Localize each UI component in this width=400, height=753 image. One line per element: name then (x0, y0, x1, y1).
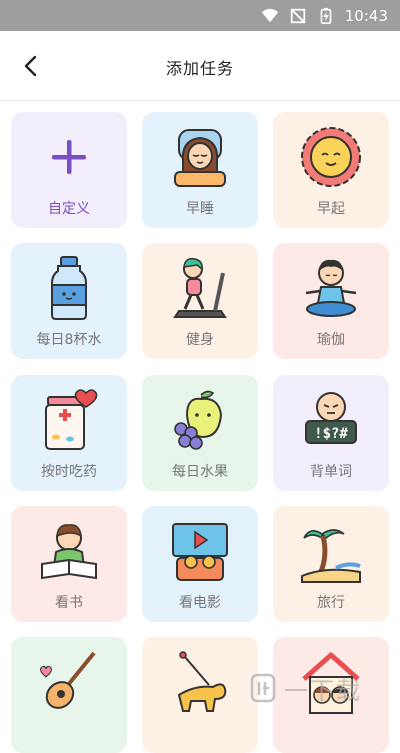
task-label: 背单词 (273, 461, 389, 481)
clock: 10:43 (345, 7, 388, 25)
battery-charging-icon (317, 7, 335, 25)
task-card-water[interactable]: 每日8杯水 (11, 243, 127, 359)
watermark-text: 一下载 (284, 671, 362, 706)
task-card-fitness[interactable]: 健身 (142, 243, 258, 359)
task-card-travel[interactable]: 旅行 (273, 506, 389, 622)
palm-beach-icon (296, 516, 366, 586)
watermark-logo-icon (250, 673, 276, 703)
fruit-icon (165, 385, 235, 455)
task-card-reading[interactable]: 看书 (11, 506, 127, 622)
app-bar: 添加任务 (0, 31, 400, 101)
task-card-yoga[interactable]: 瑜伽 (273, 243, 389, 359)
task-card-wake-early[interactable]: 早起 (273, 112, 389, 228)
wifi-icon (261, 7, 279, 25)
no-signal-icon (289, 7, 307, 25)
status-bar: 10:43 (0, 0, 400, 31)
task-label: 按时吃药 (11, 461, 127, 481)
task-label: 看电影 (142, 592, 258, 612)
sun-icon (296, 122, 366, 192)
task-label: 早睡 (142, 198, 258, 218)
task-card-fruit[interactable]: 每日水果 (142, 375, 258, 491)
task-label: 健身 (142, 329, 258, 349)
task-card-medicine[interactable]: 按时吃药 (11, 375, 127, 491)
reading-boy-icon (34, 516, 104, 586)
task-card-custom[interactable]: 自定义 (11, 112, 127, 228)
walk-dog-icon (165, 647, 235, 717)
plus-icon (34, 122, 104, 192)
words-icon: !$?# (296, 385, 366, 455)
water-bottle-icon (34, 253, 104, 323)
task-card-movie[interactable]: 看电影 (142, 506, 258, 622)
medicine-bottle-icon (34, 385, 104, 455)
page-title: 添加任务 (0, 55, 400, 79)
treadmill-icon (165, 253, 235, 323)
task-label: 每日水果 (142, 461, 258, 481)
yoga-icon (296, 253, 366, 323)
task-label: 瑜伽 (273, 329, 389, 349)
task-label: 自定义 (11, 198, 127, 218)
sleeping-girl-icon (165, 122, 235, 192)
task-label: 早起 (273, 198, 389, 218)
task-label: 旅行 (273, 592, 389, 612)
task-label: 每日8杯水 (11, 329, 127, 349)
guitar-icon (34, 647, 104, 717)
task-label: 看书 (11, 592, 127, 612)
watermark: 一下载 (240, 665, 400, 711)
task-card-vocabulary[interactable]: !$?# 背单词 (273, 375, 389, 491)
svg-text:!$?#: !$?# (314, 426, 348, 442)
task-card-guitar[interactable] (11, 637, 127, 753)
task-card-sleep-early[interactable]: 早睡 (142, 112, 258, 228)
movie-icon (165, 516, 235, 586)
